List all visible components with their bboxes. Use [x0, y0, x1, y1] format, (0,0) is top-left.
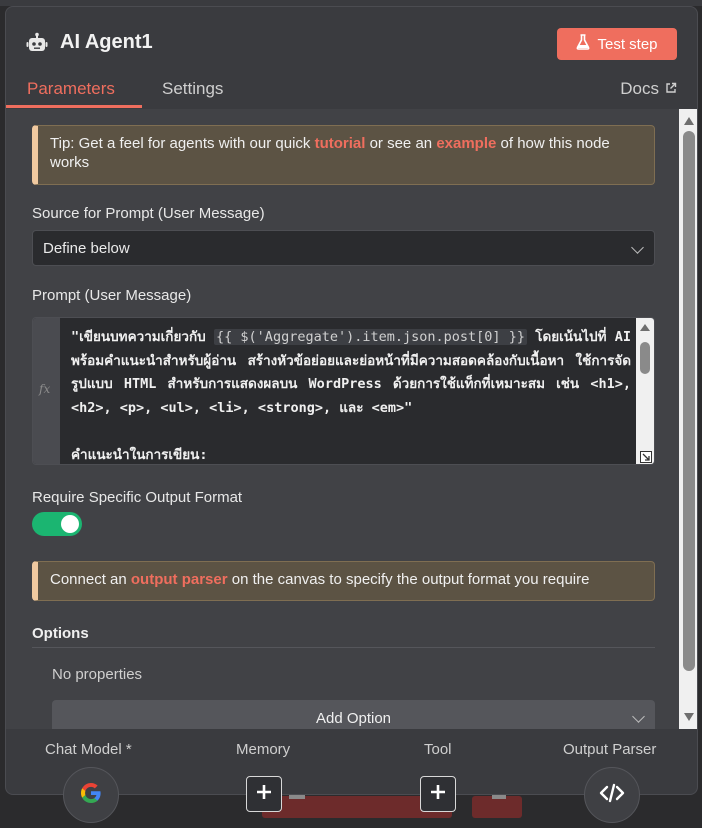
node-title[interactable]: AI Agent1	[60, 31, 153, 54]
tab-bar: Parameters Settings Docs	[6, 69, 697, 109]
code-icon	[599, 783, 625, 808]
active-tab-underline	[6, 105, 142, 108]
editor-scrollbar[interactable]	[636, 318, 654, 464]
node-panel: AI Agent1 Test step Parameters Settings …	[5, 6, 698, 795]
prompt-text-part1: "เขียนบทความเกี่ยวกับ	[71, 329, 214, 345]
prompt-label: Prompt (User Message)	[32, 287, 192, 304]
output-parser-button[interactable]	[584, 767, 640, 823]
content-scrollbar[interactable]	[679, 109, 697, 729]
toggle-knob	[61, 515, 79, 533]
editor-scroll-thumb[interactable]	[640, 342, 650, 374]
docs-label: Docs	[620, 79, 659, 98]
options-divider	[32, 647, 655, 648]
output-parser-label: Output Parser	[563, 741, 657, 758]
prompt-next-line: คำแนะนำในการเขียน:	[71, 446, 208, 463]
docs-link[interactable]: Docs	[620, 79, 677, 99]
editor-gutter: fx	[33, 318, 60, 464]
memory-connector-line	[289, 795, 305, 799]
add-option-button[interactable]: Add Option	[52, 700, 655, 729]
parameters-content: Tip: Get a feel for agents with our quic…	[6, 109, 679, 729]
output-format-toggle[interactable]	[32, 512, 82, 536]
panel-header: AI Agent1 Test step Parameters Settings …	[6, 7, 697, 109]
scroll-up-icon[interactable]	[640, 324, 650, 331]
prompt-expression: {{ $('Aggregate').item.json.post[0] }}	[213, 329, 528, 345]
add-tool-button[interactable]	[420, 776, 456, 812]
fx-icon: fx	[39, 382, 51, 396]
tutorial-link[interactable]: tutorial	[315, 135, 366, 152]
tip-text-middle: or see an	[365, 135, 437, 152]
external-link-icon	[665, 79, 677, 99]
source-prompt-select[interactable]: Define below	[32, 230, 655, 266]
parser-notice-suffix: on the canvas to specify the output form…	[227, 571, 590, 588]
google-icon	[79, 781, 103, 810]
background-node	[472, 796, 522, 818]
robot-icon	[26, 32, 48, 54]
memory-label: Memory	[236, 741, 291, 758]
options-title: Options	[32, 625, 89, 642]
test-step-label: Test step	[597, 35, 658, 53]
test-step-button[interactable]: Test step	[557, 28, 677, 60]
tool-connector-line	[492, 795, 506, 799]
tool-label: Tool	[424, 741, 452, 758]
add-memory-button[interactable]	[246, 776, 282, 812]
scroll-up-icon[interactable]	[684, 117, 694, 125]
title-row: AI Agent1	[26, 31, 153, 54]
plus-icon	[256, 784, 272, 805]
tab-settings[interactable]: Settings	[162, 79, 223, 99]
chevron-down-icon	[632, 710, 645, 723]
plus-icon	[430, 784, 446, 805]
chevron-down-icon	[631, 241, 644, 254]
tip-notice: Tip: Get a feel for agents with our quic…	[32, 125, 655, 185]
tab-parameters[interactable]: Parameters	[27, 79, 115, 99]
source-prompt-label: Source for Prompt (User Message)	[32, 205, 265, 222]
flask-icon	[576, 34, 590, 54]
scroll-down-icon[interactable]	[684, 713, 694, 721]
prompt-text[interactable]: "เขียนบทความเกี่ยวกับ {{ $('Aggregate').…	[71, 326, 631, 464]
parser-notice-prefix: Connect an	[50, 571, 131, 588]
add-option-label: Add Option	[315, 709, 392, 727]
chat-model-label: Chat Model *	[45, 741, 132, 758]
no-properties-text: No properties	[52, 666, 143, 683]
tip-text-prefix: Tip: Get a feel for agents with our quic…	[50, 135, 315, 152]
content-scroll-thumb[interactable]	[683, 131, 695, 671]
prompt-editor[interactable]: fx "เขียนบทความเกี่ยวกับ {{ $('Aggregate…	[32, 317, 655, 465]
chat-model-button[interactable]	[63, 767, 119, 823]
output-parser-link[interactable]: output parser	[131, 571, 228, 588]
source-prompt-value: Define below	[43, 240, 130, 257]
output-parser-notice: Connect an output parser on the canvas t…	[32, 561, 655, 601]
example-link[interactable]: example	[436, 135, 496, 152]
output-format-label: Require Specific Output Format	[32, 489, 243, 506]
resize-icon[interactable]	[640, 450, 652, 463]
